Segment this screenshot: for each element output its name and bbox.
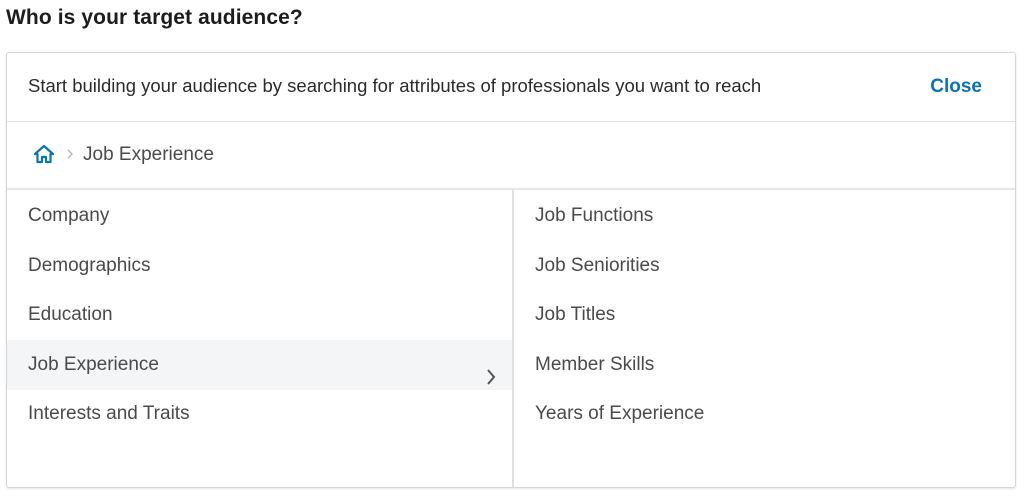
subcategory-item-job-seniorities[interactable]: Job Seniorities	[514, 241, 1015, 291]
close-button[interactable]: Close	[930, 76, 982, 98]
attribute-columns: Company Demographics Education Job Exper…	[7, 189, 1015, 487]
subcategory-item-job-titles[interactable]: Job Titles	[514, 290, 1015, 340]
audience-builder-panel: Start building your audience by searchin…	[6, 52, 1016, 488]
home-icon[interactable]	[33, 144, 55, 164]
category-label: Interests and Traits	[28, 403, 190, 424]
category-label: Education	[28, 304, 113, 325]
category-label: Job Experience	[28, 354, 159, 375]
subcategory-label: Job Seniorities	[535, 255, 660, 276]
subcategory-label: Years of Experience	[535, 403, 705, 424]
subcategory-label: Member Skills	[535, 354, 655, 375]
subcategory-list: Job Functions Job Seniorities Job Titles…	[514, 189, 1015, 487]
intro-text: Start building your audience by searchin…	[28, 75, 762, 96]
category-item-education[interactable]: Education	[7, 290, 512, 340]
breadcrumb-current: Job Experience	[83, 144, 214, 165]
category-item-company[interactable]: Company	[7, 191, 512, 241]
category-item-job-experience[interactable]: Job Experience	[7, 340, 512, 390]
subcategory-item-member-skills[interactable]: Member Skills	[514, 340, 1015, 390]
subcategory-label: Job Titles	[535, 304, 616, 325]
intro-bar: Start building your audience by searchin…	[7, 53, 1015, 122]
subcategory-item-job-functions[interactable]: Job Functions	[514, 191, 1015, 241]
category-list: Company Demographics Education Job Exper…	[7, 189, 514, 487]
category-label: Company	[28, 205, 110, 226]
breadcrumb: Job Experience	[7, 122, 1015, 190]
subcategory-item-years-of-experience[interactable]: Years of Experience	[514, 389, 1015, 439]
category-label: Demographics	[28, 255, 151, 276]
page-title: Who is your target audience?	[6, 6, 303, 29]
category-item-interests-and-traits[interactable]: Interests and Traits	[7, 389, 512, 439]
breadcrumb-separator-icon	[67, 147, 73, 162]
category-item-demographics[interactable]: Demographics	[7, 241, 512, 291]
chevron-right-icon	[484, 356, 498, 385]
subcategory-label: Job Functions	[535, 205, 654, 226]
